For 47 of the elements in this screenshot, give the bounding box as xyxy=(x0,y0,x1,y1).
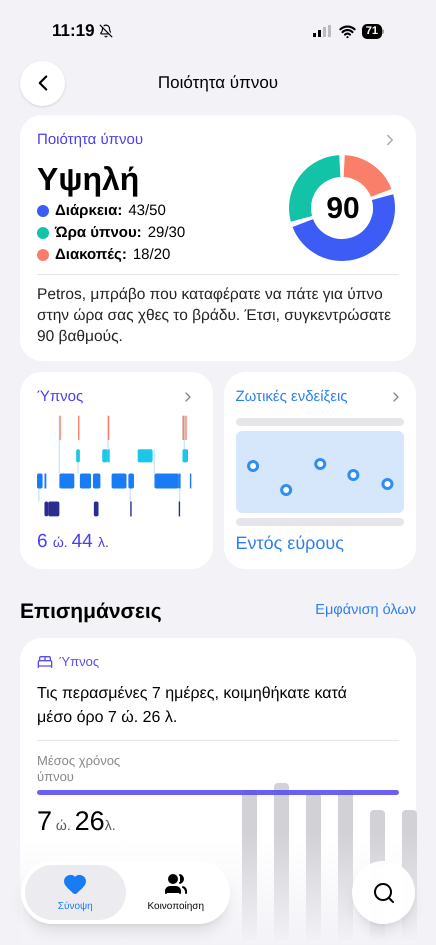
wifi-icon xyxy=(338,22,356,40)
battery-icon: 71 xyxy=(362,24,384,38)
sleep-stage-bar xyxy=(76,449,80,462)
reading-point xyxy=(346,469,359,481)
show-all-link[interactable]: Εμφάνιση όλων xyxy=(315,600,416,622)
sleep-stage-bar xyxy=(182,449,188,462)
card-title: Ύπνος xyxy=(37,386,84,406)
reading-point xyxy=(380,478,393,490)
bed-icon xyxy=(37,654,53,670)
metric-label: Διακοπές: xyxy=(55,244,127,264)
tab[interactable]: Σύνοψη xyxy=(25,865,126,920)
score-value: 90 xyxy=(326,191,360,227)
bell-off-icon xyxy=(98,24,113,38)
sleep-stage-bar xyxy=(138,449,153,462)
card-title: Ζωτικές ενδείξεις xyxy=(236,386,348,406)
quality-rating: Υψηλή xyxy=(37,160,140,199)
sleep-duration: 6 ώ. 44 λ. xyxy=(37,530,110,554)
reading-point xyxy=(314,458,326,470)
sleep-stage-bar xyxy=(59,474,74,488)
card-title: Ποιότητα ύπνου xyxy=(37,130,144,150)
metric-value: 43/50 xyxy=(128,200,166,220)
tab[interactable]: Κοινοποίηση xyxy=(126,865,226,920)
sleep-stage-bar xyxy=(112,474,126,488)
quality-message: Petros, μπράβο που καταφέρατε να πάτε για ύπνο στην ώρα σας χθες το βράδυ. Έτσι, συγκεντρώσατε 90 βαθμούς. xyxy=(37,284,392,346)
metric-value: 29/30 xyxy=(148,222,186,242)
reading-point xyxy=(246,460,259,472)
reading-point xyxy=(280,484,292,496)
back-button[interactable] xyxy=(20,60,65,106)
status-time: 11:19 xyxy=(52,20,95,42)
highlight-text: Τις περασμένες 7 ημέρες, κοιμηθήκατε κατά μέσο όρο 7 ώ. 26 λ. xyxy=(37,684,348,728)
sleep-stage-bar xyxy=(128,474,134,488)
metric-value: 18/20 xyxy=(132,244,170,264)
search-icon xyxy=(372,880,396,904)
sleep-card[interactable]: Ύπνος 6 ώ. 44 λ. xyxy=(20,372,212,568)
signal-icon xyxy=(312,25,333,37)
quality-card[interactable]: Ποιότητα ύπνου Υψηλή Διάρκεια: 43/50 Ώρα ύπνου: 29/30 Διακοπές: 18/20 90 Petros, μπράβο που καταφέρατε να πάτε για ύπνο στην ώρα σας χθες το βράδυ. Έτσι, συγκεντρώσατε 90 βαθμούς. xyxy=(20,115,416,360)
average-duration: 7 ώ.26λ. xyxy=(37,804,117,838)
sleep-stage-bar xyxy=(94,502,99,516)
vitals-card[interactable]: Ζωτικές ενδείξεις Εντός εύρους xyxy=(224,372,416,568)
metric-label: Διάρκεια: xyxy=(55,200,122,220)
card-title: Ύπνος xyxy=(59,653,100,671)
page-title: Ποιότητα ύπνου xyxy=(158,72,278,94)
people-icon xyxy=(164,872,188,896)
metric-label: Ώρα ύπνου: xyxy=(55,222,142,242)
section-title: Επισημάνσεις xyxy=(20,598,162,624)
vitals-status: Εντός εύρους xyxy=(236,532,345,555)
average-label: Μέσος χρόνος ύπνου xyxy=(37,752,122,784)
